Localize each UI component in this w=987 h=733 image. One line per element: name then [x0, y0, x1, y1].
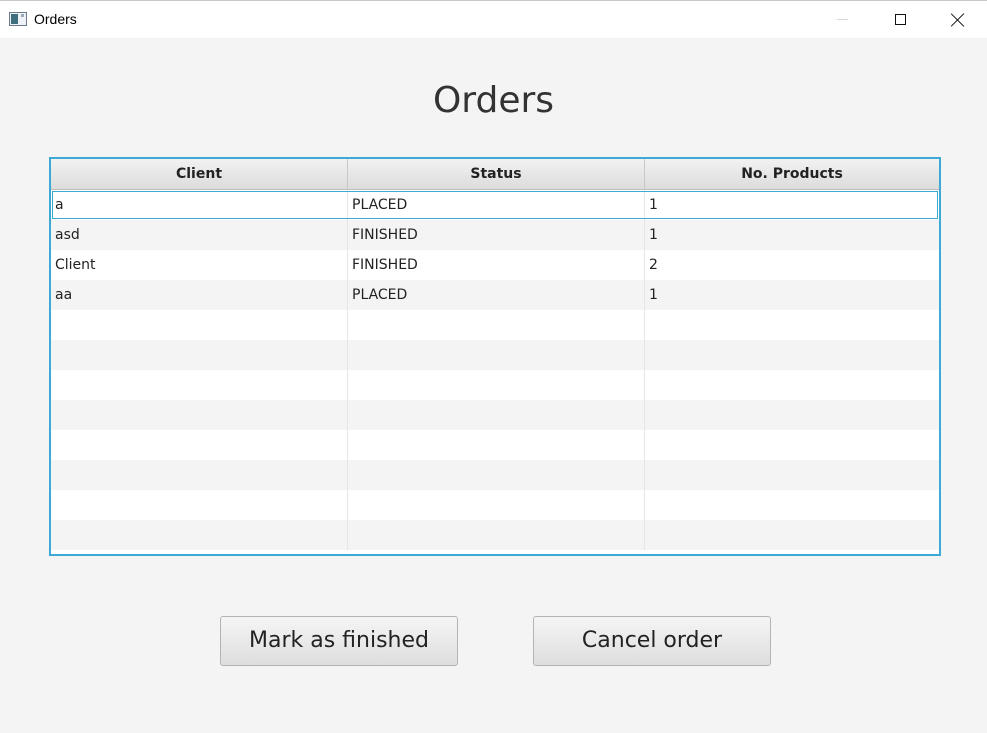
empty-table-row	[51, 520, 939, 550]
cell-status: FINISHED	[348, 250, 645, 280]
column-header-status[interactable]: Status	[348, 159, 645, 190]
empty-table-row	[51, 490, 939, 520]
table-row[interactable]: asd FINISHED 1	[51, 220, 939, 250]
mark-as-finished-button[interactable]: Mark as finished	[220, 616, 458, 666]
empty-table-row	[51, 460, 939, 490]
cell-no-products: 1	[649, 287, 658, 303]
minimize-icon	[836, 19, 848, 20]
orders-table[interactable]: Client Status No. Products a PLACED 1 as…	[49, 157, 941, 556]
cell-status: PLACED	[348, 190, 645, 220]
app-icon	[9, 12, 27, 26]
table-row[interactable]: Client FINISHED 2	[51, 250, 939, 280]
cancel-order-button[interactable]: Cancel order	[533, 616, 771, 666]
cell-no-products: 2	[649, 257, 658, 273]
empty-table-row	[51, 430, 939, 460]
table-body: a PLACED 1 asd FINISHED 1 Client FINISHE…	[51, 190, 939, 550]
table-row[interactable]: aa PLACED 1	[51, 280, 939, 310]
cell-no-products: 1	[649, 197, 658, 213]
cell-status: FINISHED	[348, 220, 645, 250]
maximize-button[interactable]	[871, 1, 929, 38]
title-bar: Orders	[0, 0, 987, 38]
cell-no-products: 1	[649, 227, 658, 243]
empty-table-row	[51, 370, 939, 400]
cell-client: a	[51, 190, 348, 220]
cell-client: Client	[51, 250, 348, 280]
column-header-no-products[interactable]: No. Products	[645, 159, 939, 190]
close-button[interactable]	[929, 1, 987, 38]
cell-status: PLACED	[348, 280, 645, 310]
close-icon	[951, 13, 965, 27]
window-title: Orders	[34, 11, 77, 27]
empty-table-row	[51, 310, 939, 340]
cell-client: asd	[51, 220, 348, 250]
minimize-button[interactable]	[813, 1, 871, 38]
page-title: Orders	[432, 80, 555, 121]
cell-client: aa	[51, 280, 348, 310]
column-header-client[interactable]: Client	[51, 159, 348, 190]
empty-table-row	[51, 400, 939, 430]
table-header: Client Status No. Products	[51, 159, 939, 190]
maximize-icon	[894, 14, 906, 25]
table-row[interactable]: a PLACED 1	[51, 190, 939, 220]
empty-table-row	[51, 340, 939, 370]
